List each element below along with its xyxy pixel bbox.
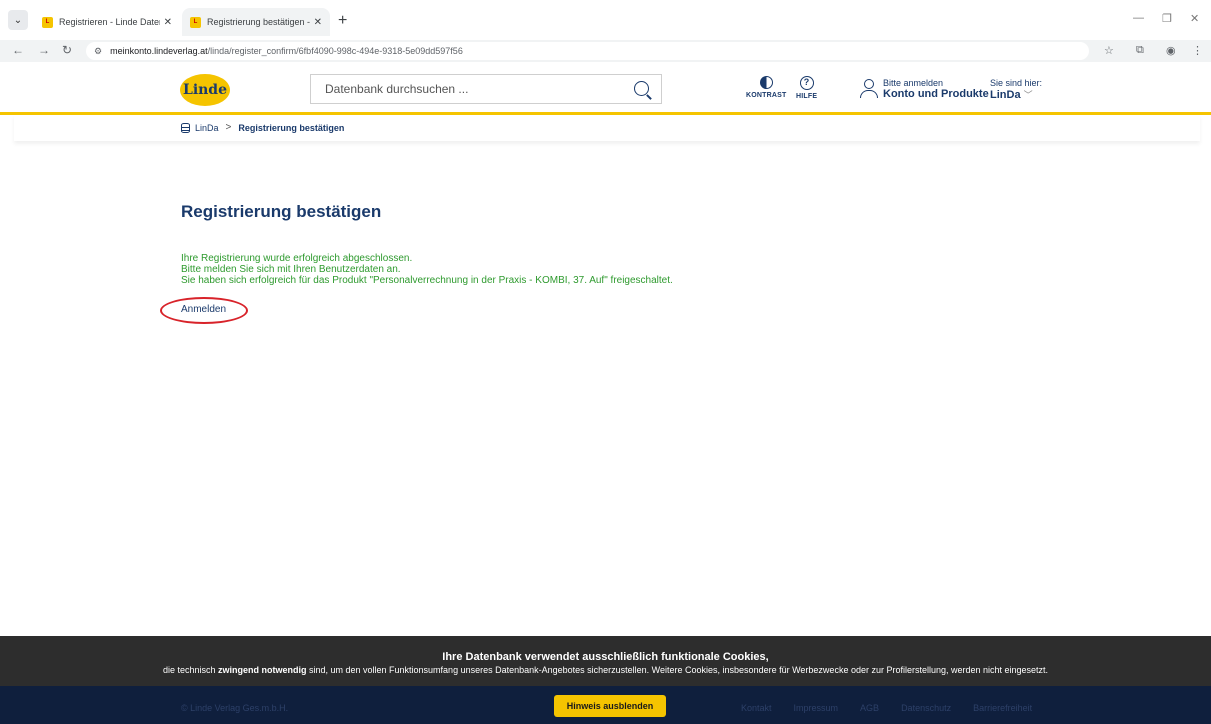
- annotation-circle: [160, 297, 248, 324]
- contrast-label: KONTRAST: [746, 92, 787, 99]
- help-label: HILFE: [796, 93, 818, 100]
- url-host: meinkonto.lindeverlag.at: [110, 46, 208, 56]
- linde-logo[interactable]: Linde: [180, 74, 230, 106]
- browser-menu-icon[interactable]: ⋮: [1192, 44, 1203, 57]
- close-icon[interactable]: ✕: [314, 17, 322, 28]
- footer-link-agb[interactable]: AGB: [860, 703, 879, 713]
- user-icon[interactable]: [860, 79, 878, 99]
- new-tab-icon[interactable]: +: [338, 12, 347, 30]
- linde-favicon-icon: L: [42, 16, 53, 28]
- breadcrumb-current: Registrierung bestätigen: [238, 122, 345, 133]
- cookie-banner: Ihre Datenbank verwendet ausschließlich …: [0, 636, 1211, 686]
- profile-icon[interactable]: ◉: [1166, 44, 1176, 57]
- address-bar: ← → ↻ ⚙ meinkonto.lindeverlag.at/linda/r…: [0, 40, 1211, 62]
- search-icon[interactable]: [634, 81, 649, 96]
- footer-link-datenschutz[interactable]: Datenschutz: [901, 703, 951, 713]
- help-icon: ?: [799, 76, 814, 90]
- linde-favicon-icon: L: [190, 16, 201, 28]
- reload-icon[interactable]: ↻: [62, 43, 72, 57]
- chevron-down-icon: ﹀: [1023, 90, 1033, 100]
- url-field[interactable]: ⚙ meinkonto.lindeverlag.at/linda/registe…: [86, 42, 1089, 60]
- tab-registrierung-bestaetigen[interactable]: L Registrierung bestätigen - Linde ✕: [182, 8, 330, 36]
- window-close-icon[interactable]: ✕: [1190, 12, 1199, 25]
- product-activation-message: Sie haben sich erfolgreich für das Produ…: [181, 275, 673, 286]
- contrast-icon: [759, 76, 773, 89]
- site-info-icon[interactable]: ⚙: [94, 46, 102, 57]
- search-box: [310, 74, 662, 104]
- back-icon[interactable]: ←: [12, 43, 24, 57]
- hide-cookie-notice-button[interactable]: Hinweis ausblenden: [554, 695, 666, 717]
- forward-icon[interactable]: →: [38, 43, 50, 57]
- success-message: Ihre Registrierung wurde erfolgreich abg…: [181, 253, 413, 264]
- chevron-right-icon: >: [225, 122, 232, 133]
- footer-links: Kontakt Impressum AGB Datenschutz Barrie…: [741, 703, 1032, 713]
- cookie-text: die technisch zwingend notwendig sind, u…: [162, 665, 1049, 675]
- extensions-icon[interactable]: ⧉: [1136, 44, 1144, 57]
- tab-title: Registrierung bestätigen - Linde: [207, 17, 310, 27]
- page-title: Registrierung bestätigen: [181, 202, 382, 221]
- login-instruction-message: Bitte melden Sie sich mit Ihren Benutzer…: [181, 264, 401, 275]
- login-hint[interactable]: Bitte anmelden: [883, 78, 943, 88]
- cookie-title: Ihre Datenbank verwendet ausschließlich …: [442, 651, 769, 663]
- bookmark-star-icon[interactable]: ☆: [1104, 44, 1114, 57]
- url-path: /linda/register_confirm/6fbf4090-998c-49…: [207, 46, 463, 56]
- breadcrumb-root[interactable]: LinDa: [195, 123, 219, 133]
- tab-registrieren[interactable]: L Registrieren - Linde Datenbank ✕: [34, 8, 180, 36]
- location-label: Sie sind hier:: [990, 78, 1043, 88]
- location-dropdown[interactable]: LinDa ﹀: [990, 88, 1033, 101]
- footer-link-barrierefreiheit[interactable]: Barrierefreiheit: [973, 703, 1032, 713]
- location-value: LinDa: [990, 89, 1021, 101]
- minimize-icon[interactable]: —: [1133, 12, 1144, 24]
- footer-link-impressum[interactable]: Impressum: [794, 703, 839, 713]
- tab-title: Registrieren - Linde Datenbank: [59, 17, 160, 27]
- footer-copyright: © Linde Verlag Ges.m.b.H.: [181, 703, 289, 713]
- footer-link-kontakt[interactable]: Kontakt: [741, 703, 772, 713]
- close-icon[interactable]: ✕: [164, 17, 172, 28]
- database-icon: [181, 122, 190, 133]
- restore-icon[interactable]: ❐: [1162, 12, 1172, 25]
- tab-search-icon[interactable]: ⌄: [8, 10, 28, 30]
- account-products-link[interactable]: Konto und Produkte: [883, 88, 989, 100]
- breadcrumb: LinDa > Registrierung bestätigen: [181, 122, 344, 133]
- browser-tab-bar: ⌄ L Registrieren - Linde Datenbank ✕ L R…: [0, 0, 1211, 40]
- help-button[interactable]: ? HILFE: [796, 76, 817, 100]
- search-input[interactable]: [325, 82, 625, 96]
- contrast-button[interactable]: KONTRAST: [746, 76, 787, 99]
